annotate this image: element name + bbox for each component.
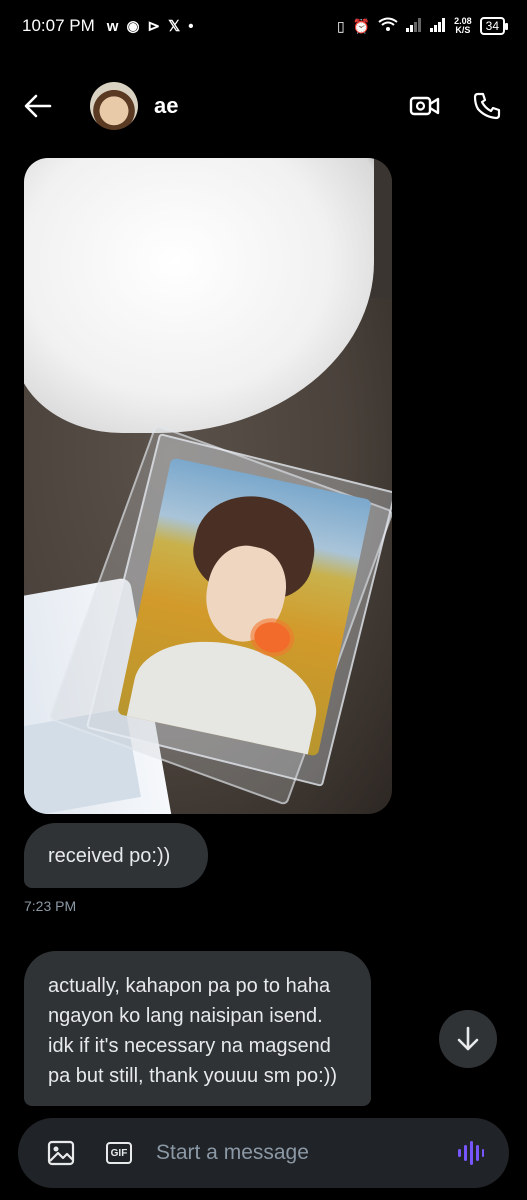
conversation-header: ae [0,74,527,138]
message-bubble[interactable]: actually, kahapon pa po to haha ngayon k… [24,951,371,1106]
photo-attachment[interactable] [24,158,392,814]
avatar[interactable] [90,82,138,130]
battery-icon: 34 [479,17,509,35]
arrow-down-icon [457,1026,479,1051]
arrow-left-icon [24,94,52,118]
message-bubble[interactable]: received po:)) [24,823,208,888]
back-button[interactable] [16,84,60,128]
video-camera-icon [409,96,440,116]
voice-message-button[interactable] [455,1138,485,1168]
message-composer: GIF Start a message [18,1118,509,1188]
message-timestamp: 7:23 PM [24,898,77,914]
vibrate-icon: ▯ [336,17,345,34]
gif-button[interactable]: GIF [106,1142,132,1164]
signal-2-icon [430,17,446,35]
contact-name[interactable]: ae [154,93,178,119]
network-speed-unit: K/S [455,25,471,35]
add-image-button[interactable] [46,1138,76,1168]
status-bar: 10:07 PM w ◉ ⊳ 𝕏 • ▯ ⏰ 2.08 K/S 34 [0,0,527,52]
x-notification-icon: 𝕏 [168,18,181,35]
audio-waveform-icon [458,1141,484,1165]
signal-1-icon [406,17,422,35]
messenger-notification-icon: ◉ [126,18,140,35]
play-notification-icon: ⊳ [147,18,161,35]
voice-call-button[interactable] [469,88,505,124]
more-notifications-dot-icon: • [188,17,194,35]
message-input[interactable]: Start a message [156,1141,455,1165]
status-time: 10:07 PM [22,16,95,35]
webtoon-notification-icon: w [106,17,119,35]
wifi-icon [378,17,398,36]
network-speed: 2.08 K/S [454,17,472,35]
scroll-to-bottom-button[interactable] [439,1010,497,1068]
video-call-button[interactable] [407,88,443,124]
alarm-icon: ⏰ [352,17,371,34]
phone-icon [473,92,501,120]
image-icon [47,1140,75,1166]
